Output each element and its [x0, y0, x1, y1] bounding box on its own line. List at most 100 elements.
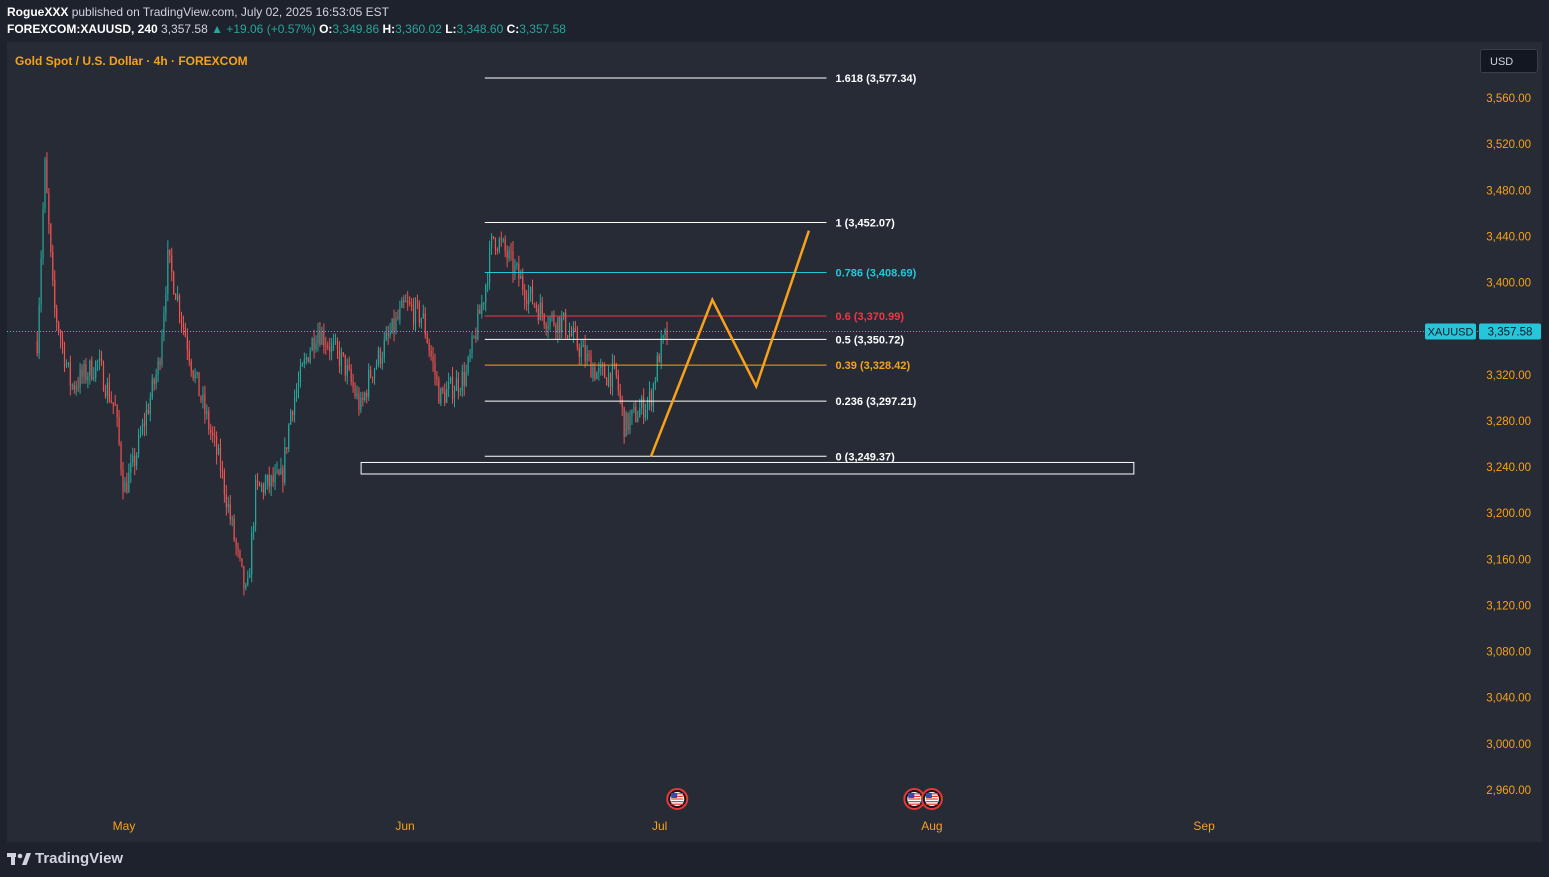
candle — [514, 258, 516, 280]
support-zone[interactable] — [360, 461, 1135, 475]
candle — [126, 472, 128, 494]
candle — [136, 452, 138, 471]
fib-level[interactable]: 0.236 (3,297.21) — [484, 396, 917, 408]
candle — [264, 474, 266, 496]
candle — [256, 472, 259, 490]
candle — [286, 447, 288, 454]
candle — [535, 301, 537, 313]
fib-retracement: 1.618 (3,577.34) 1 (3,452.07) 0.786 (3,408… — [484, 73, 917, 463]
candle — [262, 482, 264, 500]
candle — [479, 304, 481, 315]
candle — [578, 343, 580, 365]
candle — [428, 338, 430, 358]
candle — [157, 357, 159, 383]
y-tick-label: 3,280.00 — [1486, 416, 1531, 428]
candle — [260, 482, 263, 493]
candle — [143, 412, 146, 437]
candle — [368, 363, 370, 401]
candle — [360, 391, 362, 414]
candle — [98, 349, 101, 371]
candle — [440, 387, 442, 407]
candle — [666, 321, 668, 346]
currency-button[interactable]: USD — [1480, 49, 1538, 73]
tradingview-logo-text: TradingView — [35, 850, 124, 867]
candle — [660, 330, 662, 370]
candle — [317, 322, 319, 352]
candle — [643, 388, 645, 425]
candle — [319, 321, 321, 347]
y-tick-label: 3,160.00 — [1486, 554, 1531, 566]
candle — [576, 326, 578, 351]
candle — [449, 376, 452, 385]
candle — [116, 403, 118, 427]
candle — [151, 374, 153, 401]
candle — [475, 327, 477, 343]
candle — [574, 321, 576, 333]
candle — [531, 279, 534, 305]
candle — [490, 233, 493, 255]
candle — [586, 345, 588, 365]
candle — [371, 376, 374, 384]
candle — [178, 293, 181, 324]
candle — [613, 355, 615, 370]
y-tick-label: 3,440.00 — [1486, 231, 1531, 243]
candle — [212, 426, 214, 443]
candle — [112, 402, 114, 414]
candle — [83, 359, 85, 384]
us-flag-icon[interactable] — [666, 788, 689, 810]
candle — [137, 428, 140, 459]
candle — [344, 354, 346, 382]
fib-level[interactable]: 0 (3,249.37) — [484, 451, 895, 463]
candle — [219, 438, 222, 479]
candle — [75, 380, 77, 396]
candle — [315, 335, 317, 353]
candle — [381, 351, 383, 370]
candle — [366, 389, 368, 404]
candle — [313, 329, 315, 359]
price-tag-value: 3,357.58 — [1488, 326, 1533, 338]
candle — [108, 373, 110, 404]
candle — [559, 316, 561, 340]
price-chart[interactable]: 1.618 (3,577.34) 1 (3,452.07) 0.786 (3,408… — [0, 0, 1549, 877]
candle — [471, 332, 473, 359]
candle — [641, 395, 643, 415]
fib-level[interactable]: 0.39 (3,328.42) — [484, 360, 911, 372]
candle — [190, 358, 192, 377]
candle — [327, 341, 329, 351]
candle — [625, 410, 627, 437]
candle — [494, 237, 497, 255]
y-tick-label: 3,400.00 — [1486, 278, 1531, 290]
candle — [654, 376, 656, 391]
candle — [329, 337, 331, 361]
candle — [128, 463, 130, 493]
candle — [354, 382, 356, 399]
candle — [71, 383, 73, 391]
candle — [59, 329, 62, 349]
candle — [292, 410, 294, 422]
fib-level[interactable]: 1 (3,452.07) — [484, 217, 895, 229]
candle — [303, 352, 305, 369]
candle — [270, 474, 272, 497]
fib-level[interactable]: 0.786 (3,408.69) — [484, 268, 917, 280]
candle — [159, 357, 161, 371]
candle — [418, 300, 420, 328]
projection-path[interactable] — [649, 230, 811, 458]
candle — [38, 297, 40, 360]
candle — [526, 290, 528, 311]
candle — [278, 468, 280, 476]
candle — [565, 308, 567, 339]
candle — [467, 355, 469, 376]
y-tick-label: 3,240.00 — [1486, 462, 1531, 474]
candle — [508, 246, 510, 262]
us-flag-icon[interactable] — [920, 788, 943, 810]
candle — [401, 297, 403, 309]
candle — [235, 537, 237, 556]
tradingview-logo[interactable]: TradingView — [7, 850, 123, 867]
candle — [611, 353, 614, 396]
candle — [231, 515, 233, 527]
candle — [553, 310, 555, 327]
y-tick-label: 3,040.00 — [1486, 693, 1531, 705]
fib-level[interactable]: 1.618 (3,577.34) — [484, 73, 917, 85]
candle — [529, 286, 532, 302]
candle — [609, 372, 612, 395]
